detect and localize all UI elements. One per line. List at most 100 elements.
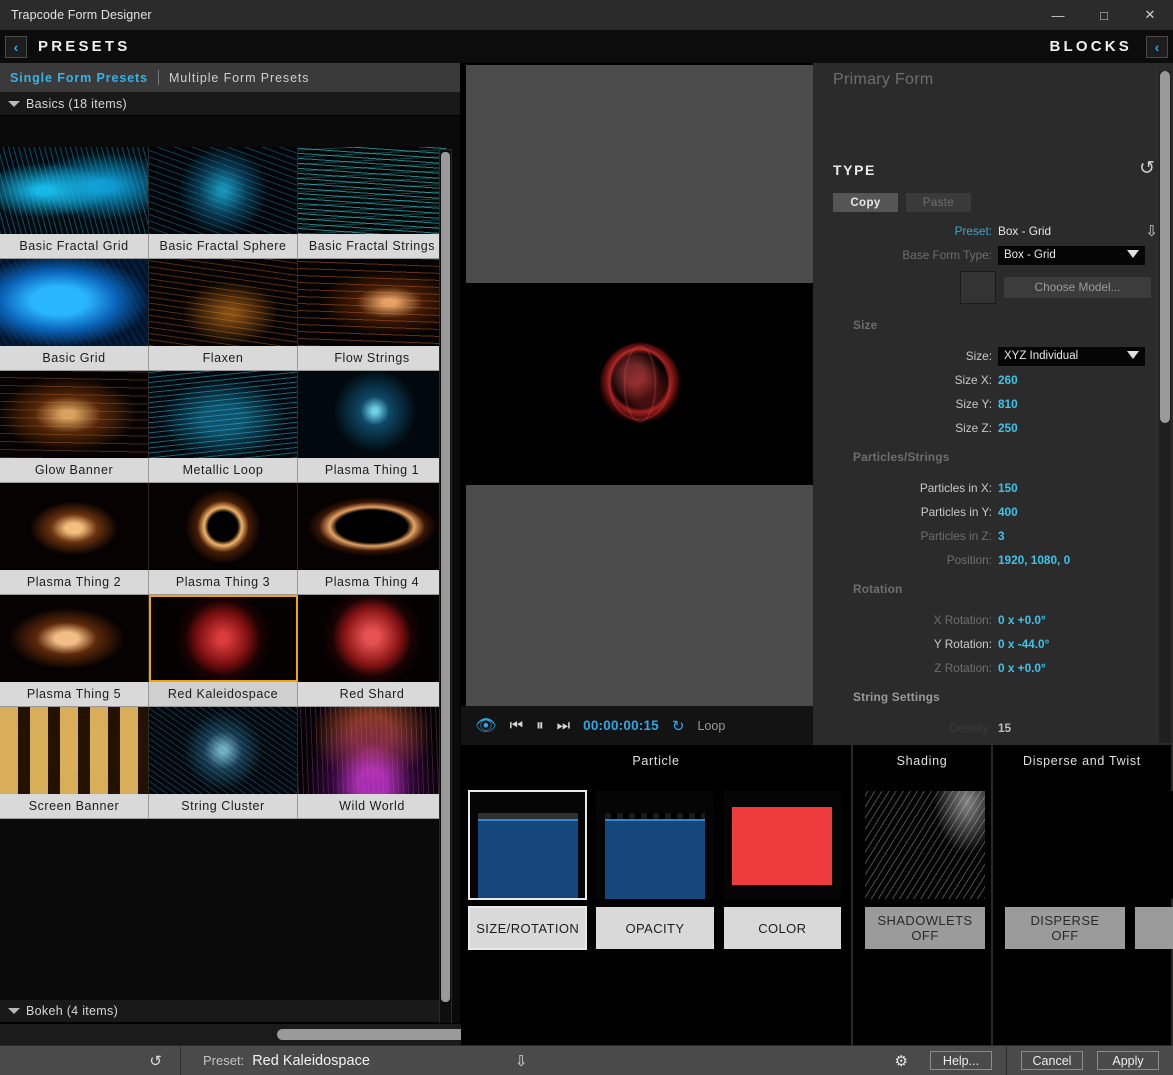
block-card-disperse[interactable]: DISPERSEOFF: [1005, 791, 1125, 949]
presets-vertical-scrollbar[interactable]: [439, 149, 452, 1075]
block-card-caption: SIZE/ROTATION: [469, 907, 586, 949]
preset-group-basics[interactable]: Basics (18 items): [0, 93, 460, 116]
tab-multiple-form-presets[interactable]: Multiple Form Presets: [159, 71, 319, 85]
preset-item-label: Metallic Loop: [149, 458, 298, 483]
status-divider: [1006, 1046, 1007, 1075]
presets-horizontal-scrollbar[interactable]: [0, 1023, 461, 1045]
scrollbar-thumb[interactable]: [441, 152, 450, 1002]
pause-icon[interactable]: ⏸: [536, 718, 544, 733]
param-value[interactable]: 260: [998, 373, 1018, 387]
section-label-size: Size: [853, 318, 877, 332]
block-card-color[interactable]: COLOR: [724, 791, 841, 949]
preset-item-flaxen[interactable]: Flaxen: [149, 259, 298, 371]
block-card-thumbnail: [469, 791, 586, 899]
preset-item-plasma-thing-4[interactable]: Plasma Thing 4: [298, 483, 447, 595]
cancel-button[interactable]: Cancel: [1021, 1051, 1083, 1070]
chevron-down-icon: [8, 1008, 20, 1014]
tab-single-form-presets[interactable]: Single Form Presets: [0, 71, 158, 85]
block-card-thumbnail: [1005, 791, 1125, 899]
next-frame-icon[interactable]: ⏭: [557, 718, 571, 733]
preview-viewport[interactable]: [461, 63, 813, 745]
preview-canvas: [466, 285, 813, 483]
preset-item-screen-banner[interactable]: Screen Banner: [0, 707, 149, 819]
preset-thumbnail-image: [149, 259, 298, 346]
preset-item-red-kaleidospace[interactable]: Red Kaleidospace: [149, 595, 298, 707]
preset-item-wild-world[interactable]: Wild World: [298, 707, 447, 819]
minimize-icon[interactable]: —: [1035, 0, 1081, 30]
preset-group-bokeh-label: Bokeh (4 items): [26, 1004, 118, 1018]
scrollbar-thumb[interactable]: [1160, 71, 1170, 423]
block-card-opacity[interactable]: OPACITY: [596, 791, 713, 949]
save-preset-icon[interactable]: ⇩: [1145, 222, 1158, 240]
preset-item-label: Screen Banner: [0, 794, 149, 819]
status-preset-value: Red Kaleidospace: [252, 1053, 370, 1069]
block-card-caption-line1: SIZE/ROTATION: [476, 921, 579, 936]
param-label: Particles in Z:: [813, 529, 998, 543]
preset-thumbnail-grid[interactable]: Basic Fractal GridBasic Fractal SphereBa…: [0, 147, 447, 1075]
param-row-size-x: Size X:260: [813, 370, 1173, 390]
param-value[interactable]: 250: [998, 421, 1018, 435]
block-card-caption: COLOR: [724, 907, 841, 949]
parameters-scrollbar[interactable]: [1159, 71, 1171, 743]
close-icon[interactable]: ✕: [1127, 0, 1173, 30]
base-form-type-dropdown[interactable]: Box - Grid: [998, 246, 1145, 265]
param-value[interactable]: 1920, 1080, 0: [998, 553, 1070, 567]
preset-item-glow-banner[interactable]: Glow Banner: [0, 371, 149, 483]
preset-thumbnail-image: [149, 147, 298, 234]
block-card-size-rotation[interactable]: SIZE/ROTATION: [469, 791, 586, 949]
visibility-eye-icon[interactable]: 👁: [475, 717, 497, 734]
block-card-shadowlets[interactable]: SHADOWLETSOFF: [865, 791, 985, 949]
preset-item-label: Basic Fractal Grid: [0, 234, 149, 259]
gear-icon[interactable]: ⚙: [895, 1052, 930, 1070]
preset-item-label: Wild World: [298, 794, 447, 819]
param-label: X Rotation:: [813, 613, 998, 627]
param-value[interactable]: 0 x +0.0°: [998, 661, 1046, 675]
param-value[interactable]: 0 x +0.0°: [998, 613, 1046, 627]
model-thumbnail[interactable]: [960, 271, 996, 304]
preset-item-plasma-thing-2[interactable]: Plasma Thing 2: [0, 483, 149, 595]
param-row-x-rotation: X Rotation:0 x +0.0°: [813, 610, 1173, 630]
status-preset-label: Preset:: [203, 1053, 244, 1068]
block-card-caption: SHADOWLETSOFF: [865, 907, 985, 949]
status-save-icon[interactable]: ⇩: [370, 1052, 528, 1070]
status-reset-icon[interactable]: ↺: [0, 1052, 180, 1070]
preset-item-basic-fractal-grid[interactable]: Basic Fractal Grid: [0, 147, 149, 259]
param-value[interactable]: 15: [998, 721, 1011, 735]
maximize-icon[interactable]: □: [1081, 0, 1127, 30]
param-value[interactable]: 150: [998, 481, 1018, 495]
parameters-heading: Primary Form: [833, 71, 933, 89]
apply-button[interactable]: Apply: [1097, 1051, 1159, 1070]
param-value[interactable]: 400: [998, 505, 1018, 519]
preset-item-plasma-thing-5[interactable]: Plasma Thing 5: [0, 595, 149, 707]
preset-item-basic-fractal-sphere[interactable]: Basic Fractal Sphere: [149, 147, 298, 259]
reset-icon[interactable]: ↺: [1139, 157, 1155, 180]
param-value[interactable]: 810: [998, 397, 1018, 411]
loop-icon[interactable]: ↻: [672, 717, 685, 735]
collapse-presets-icon[interactable]: ‹: [5, 36, 27, 58]
preset-item-basic-grid[interactable]: Basic Grid: [0, 259, 149, 371]
previous-frame-icon[interactable]: ⏮: [510, 718, 524, 733]
loop-label[interactable]: Loop: [697, 719, 725, 733]
preset-item-string-cluster[interactable]: String Cluster: [149, 707, 298, 819]
status-preset: Preset: Red Kaleidospace: [181, 1053, 370, 1069]
timecode-display[interactable]: 00:00:00:15: [583, 718, 659, 733]
help-button[interactable]: Help...: [930, 1051, 992, 1070]
param-value[interactable]: 3: [998, 529, 1005, 543]
param-value[interactable]: 0 x -44.0°: [998, 637, 1049, 651]
preset-item-basic-fractal-strings[interactable]: Basic Fractal Strings: [298, 147, 447, 259]
preset-item-plasma-thing-3[interactable]: Plasma Thing 3: [149, 483, 298, 595]
block-card-caption: [1135, 907, 1173, 949]
copy-button[interactable]: Copy: [833, 193, 898, 212]
preset-item-metallic-loop[interactable]: Metallic Loop: [149, 371, 298, 483]
param-label: Particles in Y:: [813, 505, 998, 519]
block-card-untitled[interactable]: [1135, 791, 1173, 949]
preset-group-bokeh[interactable]: Bokeh (4 items): [0, 1000, 447, 1023]
collapse-blocks-icon[interactable]: ‹: [1146, 36, 1168, 58]
preset-value[interactable]: Box - Grid: [998, 224, 1051, 238]
preset-thumbnail-image: [298, 595, 447, 682]
size-mode-dropdown[interactable]: XYZ Individual: [998, 347, 1145, 366]
preset-item-flow-strings[interactable]: Flow Strings: [298, 259, 447, 371]
param-label: Position:: [813, 553, 998, 567]
preset-item-plasma-thing-1[interactable]: Plasma Thing 1: [298, 371, 447, 483]
preset-item-red-shard[interactable]: Red Shard: [298, 595, 447, 707]
